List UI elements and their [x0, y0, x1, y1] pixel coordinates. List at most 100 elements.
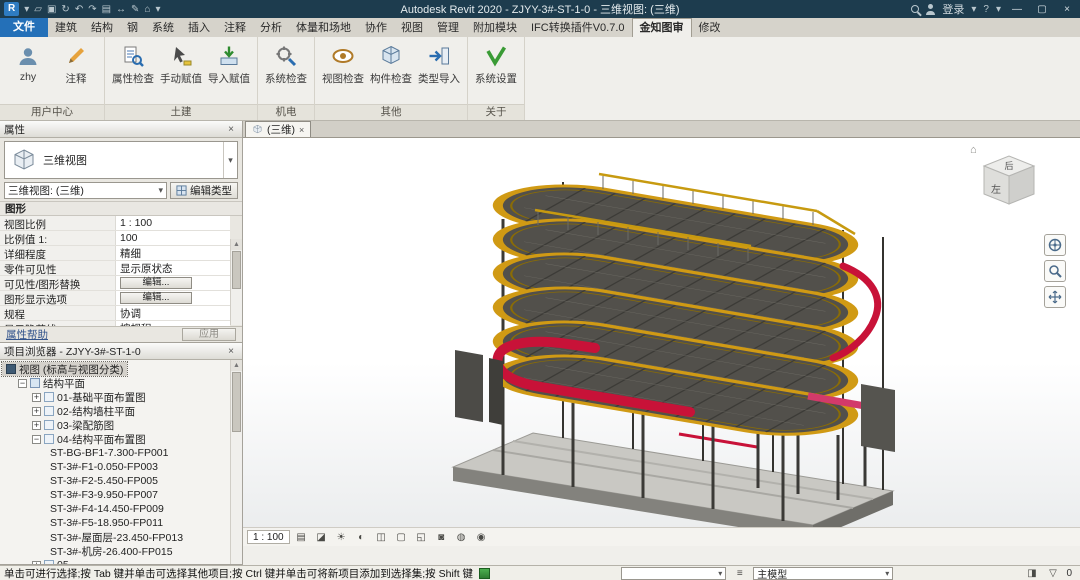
design-options-select[interactable]: 主模型 ▾: [753, 567, 893, 580]
view-tab-3d[interactable]: (三维) ×: [245, 121, 311, 137]
tool-view-check[interactable]: 视图检查: [320, 40, 366, 89]
redo-icon[interactable]: ↷: [88, 4, 96, 15]
browser-view-item[interactable]: ST-3#-F2-5.450-FP005: [2, 474, 230, 488]
tab-ifc-plugin[interactable]: IFC转换插件V0.7.0: [524, 19, 632, 37]
property-row-graphic-display[interactable]: 图形显示选项编辑...: [0, 291, 230, 306]
reveal-hidden-icon[interactable]: ◍: [453, 530, 470, 545]
tool-import-assign[interactable]: 导入赋值: [206, 40, 252, 89]
filter-icon[interactable]: ▽: [1045, 568, 1060, 579]
default-3d-view-icon[interactable]: ⌂: [144, 4, 150, 15]
detail-level-icon[interactable]: ▤: [293, 530, 310, 545]
locked-3d-view-icon[interactable]: ◉: [473, 530, 490, 545]
browser-folder-02[interactable]: 02-结构墙柱平面: [2, 404, 230, 418]
viewcube-home-icon[interactable]: ⌂: [970, 144, 977, 156]
browser-view-item[interactable]: ST-3#-机房-26.400-FP015: [2, 544, 230, 558]
browser-view-item[interactable]: ST-3#-F5-18.950-FP011: [2, 516, 230, 530]
browser-view-item[interactable]: ST-3#-F1-0.050-FP003: [2, 460, 230, 474]
worksets-select[interactable]: ▾: [621, 567, 726, 580]
collapse-icon[interactable]: [32, 435, 41, 444]
minimize-button[interactable]: —: [1008, 4, 1026, 15]
tool-property-check[interactable]: 属性检查: [110, 40, 156, 89]
crop-region-icon[interactable]: ◱: [413, 530, 430, 545]
sun-path-icon[interactable]: ☀: [333, 530, 350, 545]
ribbon-group-label-other[interactable]: 其他: [315, 104, 467, 120]
open-icon[interactable]: ▱: [34, 4, 42, 15]
tab-manage[interactable]: 管理: [430, 19, 466, 37]
login-arrow-icon[interactable]: ▾: [971, 4, 976, 15]
save-icon[interactable]: ▣: [47, 4, 56, 15]
scroll-thumb[interactable]: [232, 251, 241, 289]
expand-icon[interactable]: [32, 407, 41, 416]
tab-view[interactable]: 视图: [394, 19, 430, 37]
sync-icon[interactable]: ↻: [61, 4, 69, 15]
revit-menu-button[interactable]: R: [4, 2, 19, 16]
browser-folder-01[interactable]: 01-基础平面布置图: [2, 390, 230, 404]
ribbon-group-label-about[interactable]: 关于: [468, 104, 524, 120]
scroll-up-icon[interactable]: ▲: [231, 239, 242, 250]
tool-manual-assign[interactable]: 手动赋值: [158, 40, 204, 89]
browser-folder-03[interactable]: 03-梁配筋图: [2, 418, 230, 432]
ribbon-group-label-mep[interactable]: 机电: [258, 104, 314, 120]
properties-close-icon[interactable]: ×: [224, 124, 238, 135]
tab-massing-site[interactable]: 体量和场地: [289, 19, 358, 37]
property-row-view-scale[interactable]: 视图比例1 : 100: [0, 216, 230, 231]
collapse-icon[interactable]: [18, 379, 27, 388]
crop-view-icon[interactable]: ▢: [393, 530, 410, 545]
properties-help-link[interactable]: 属性帮助: [6, 327, 48, 342]
type-selector[interactable]: 三维视图 ▾: [4, 141, 238, 179]
help-arrow-icon[interactable]: ▾: [996, 4, 1001, 15]
expand-icon[interactable]: [32, 393, 41, 402]
apply-button[interactable]: 应用: [182, 328, 236, 341]
tab-addins[interactable]: 附加模块: [466, 19, 524, 37]
view-instance-select[interactable]: 三维视图: (三维) ▾: [4, 182, 167, 199]
tab-steel[interactable]: 钢: [120, 19, 145, 37]
browser-view-item[interactable]: ST-BG-BF1-7.300-FP001: [2, 446, 230, 460]
visual-style-icon[interactable]: ◪: [313, 530, 330, 545]
steering-wheel-button[interactable]: [1044, 234, 1066, 256]
expand-icon[interactable]: [32, 421, 41, 430]
graphic-display-edit-button[interactable]: 编辑...: [120, 292, 192, 304]
worksets-icon[interactable]: ≡: [732, 568, 747, 579]
property-row-visibility-overrides[interactable]: 可见性/图形替换编辑...: [0, 276, 230, 291]
browser-category-structural-plans[interactable]: 结构平面: [2, 376, 230, 390]
browser-root-views[interactable]: 视图 (标高与视图分类): [2, 362, 127, 376]
browser-folder-04[interactable]: 04-结构平面布置图: [2, 432, 230, 446]
print-icon[interactable]: ▤: [102, 4, 111, 15]
tab-modify[interactable]: 修改: [692, 19, 728, 37]
menu-arrow-icon[interactable]: ▾: [24, 4, 29, 15]
property-row-discipline[interactable]: 规程协调: [0, 306, 230, 321]
measure-icon[interactable]: ↔: [116, 4, 126, 15]
project-browser-close-icon[interactable]: ×: [224, 346, 238, 357]
viewcube-top-label[interactable]: 后: [1004, 161, 1013, 171]
browser-folder-05[interactable]: 05-: [2, 558, 230, 564]
expand-icon[interactable]: [32, 561, 41, 565]
property-row-parts-visibility[interactable]: 零件可见性显示原状态: [0, 261, 230, 276]
account-icon[interactable]: [926, 5, 935, 14]
browser-scrollbar[interactable]: ▲: [230, 360, 242, 564]
property-row-detail-level[interactable]: 详细程度精细: [0, 246, 230, 261]
tab-collaborate[interactable]: 协作: [358, 19, 394, 37]
view-scale-button[interactable]: 1 : 100: [247, 530, 290, 544]
tab-file[interactable]: 文件: [0, 18, 48, 37]
ribbon-group-label-civil[interactable]: 土建: [105, 104, 257, 120]
editable-only-icon[interactable]: ◨: [1024, 568, 1039, 579]
type-dropdown-icon[interactable]: ▾: [223, 142, 237, 178]
tab-structure[interactable]: 结构: [84, 19, 120, 37]
view-tab-close-icon[interactable]: ×: [299, 125, 304, 135]
tool-system-settings[interactable]: 系统设置: [473, 40, 519, 89]
temporary-hide-isolate-icon[interactable]: ◙: [433, 530, 450, 545]
login-label[interactable]: 登录: [942, 1, 964, 17]
tab-jinzhi-review[interactable]: 金知图审: [632, 18, 692, 37]
viewcube[interactable]: ⌂ 后 左: [974, 146, 1044, 212]
tab-annotate[interactable]: 注释: [217, 19, 253, 37]
maximize-button[interactable]: ▢: [1033, 4, 1051, 15]
properties-scrollbar[interactable]: ▲: [230, 239, 242, 325]
browser-view-item[interactable]: ST-3#-F4-14.450-FP009: [2, 502, 230, 516]
property-row-scale-value[interactable]: 比例值 1:100: [0, 231, 230, 246]
ribbon-group-label-user-center[interactable]: 用户中心: [0, 104, 104, 120]
visibility-edit-button[interactable]: 编辑...: [120, 277, 192, 289]
model-canvas[interactable]: ⌂ 后 左: [243, 138, 1080, 546]
pan-button[interactable]: [1044, 286, 1066, 308]
tab-analyze[interactable]: 分析: [253, 19, 289, 37]
tool-type-import[interactable]: 类型导入: [416, 40, 462, 89]
